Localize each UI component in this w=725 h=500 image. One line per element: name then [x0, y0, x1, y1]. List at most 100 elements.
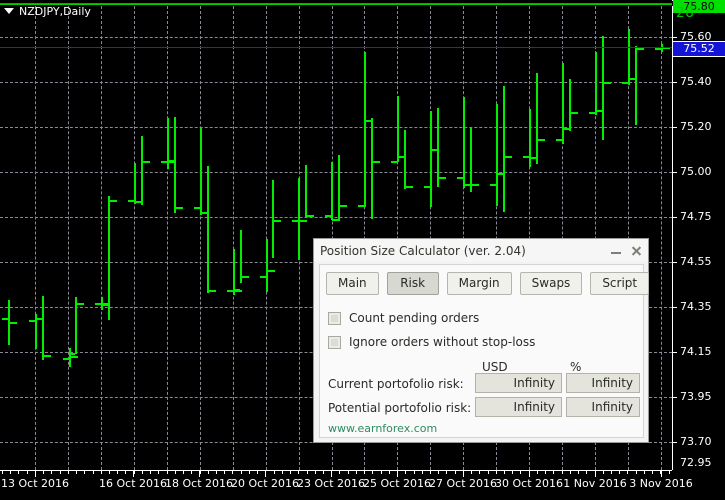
ohlc-open-tick — [201, 212, 207, 214]
ohlc-bar — [298, 178, 300, 260]
ohlc-open-tick — [497, 173, 503, 175]
time-minor-tick — [249, 471, 250, 474]
ohlc-open-tick — [168, 160, 174, 162]
time-minor-tick — [356, 471, 357, 474]
tab-swaps[interactable]: Swaps — [519, 272, 583, 295]
ohlc-close-tick — [143, 161, 150, 163]
ohlc-close-tick — [274, 220, 281, 222]
row-label: Potential portofolio risk: — [328, 401, 472, 415]
ohlc-open-tick — [36, 318, 42, 320]
dialog-title-bar[interactable]: Position Size Calculator (ver. 2.04) — [314, 239, 648, 262]
time-minor-tick — [183, 471, 184, 474]
time-minor-tick — [627, 471, 628, 474]
time-minor-tick — [241, 471, 242, 474]
time-minor-tick — [586, 471, 587, 474]
ohlc-close-tick — [110, 200, 117, 202]
ohlc-bar — [75, 297, 77, 354]
tab-script[interactable]: Script — [590, 272, 650, 295]
time-minor-tick — [603, 471, 604, 474]
gridline-vertical — [101, 6, 102, 470]
tab-margin[interactable]: Margin — [446, 272, 512, 295]
minimize-icon[interactable] — [611, 245, 622, 256]
ohlc-open-tick — [622, 82, 628, 84]
time-minor-tick — [175, 471, 176, 474]
price-tick-label: 74.55 — [680, 255, 712, 268]
ohlc-open-tick — [457, 177, 463, 179]
ohlc-close-tick — [307, 215, 314, 217]
time-tick-label: 27 Oct 2016 — [428, 477, 498, 490]
time-minor-tick — [93, 471, 94, 474]
row-current-portfolio-risk: Current portofolio risk: — [328, 377, 464, 391]
ohlc-bar — [338, 155, 340, 219]
ohlc-open-tick — [424, 186, 430, 188]
time-minor-tick — [51, 471, 52, 474]
ohlc-close-tick — [373, 161, 380, 163]
gridline-vertical — [35, 6, 36, 470]
time-axis[interactable]: 13 Oct 2016 16 Oct 2016 18 Oct 2016 20 Oct … — [0, 470, 693, 500]
symbol-label: NZDJPY,Daily — [19, 4, 91, 18]
ohlc-bar — [108, 196, 110, 320]
close-icon[interactable] — [630, 245, 642, 257]
ohlc-close-tick — [176, 207, 183, 209]
potential-portfolio-risk-usd-field[interactable]: Infinity — [475, 397, 562, 417]
price-axis[interactable]: 75.60 75.40 75.20 75.00 74.75 74.55 74.35 74.15… — [672, 0, 725, 500]
current-portfolio-risk-usd-field[interactable]: Infinity — [475, 373, 562, 393]
time-minor-tick — [520, 471, 521, 474]
price-tick-label: 74.75 — [680, 210, 712, 223]
time-minor-tick — [669, 471, 670, 474]
current-portfolio-risk-pct-field[interactable]: Infinity — [566, 373, 640, 393]
earnforex-link[interactable]: www.earnforex.com — [328, 423, 437, 435]
price-tick — [672, 172, 677, 173]
time-minor-tick — [512, 471, 513, 474]
time-tick-label: 30 Oct 2016 — [494, 477, 564, 490]
tab-main[interactable]: Main — [326, 272, 379, 295]
ohlc-bar — [364, 52, 366, 207]
ohlc-open-tick — [299, 220, 305, 222]
price-tick — [672, 397, 677, 398]
time-minor-tick — [446, 471, 447, 474]
time-minor-tick — [290, 471, 291, 474]
ohlc-bar — [200, 128, 202, 215]
ohlc-open-tick — [69, 353, 75, 355]
checkbox-count-pending-orders[interactable]: Count pending orders — [328, 311, 479, 325]
symbol-selector[interactable]: NZDJPY,Daily — [4, 4, 91, 18]
ohlc-bar — [562, 63, 564, 144]
chevron-down-icon[interactable] — [4, 8, 14, 14]
checkbox-icon[interactable] — [328, 311, 341, 325]
ohlc-open-tick — [365, 120, 371, 122]
position-size-calculator-dialog[interactable]: Position Size Calculator (ver. 2.04) Mai… — [313, 238, 650, 443]
ohlc-bar — [628, 29, 630, 85]
time-minor-tick — [142, 471, 143, 474]
time-minor-tick — [578, 471, 579, 474]
ohlc-close-tick — [77, 303, 84, 305]
time-minor-tick — [471, 471, 472, 474]
time-minor-tick — [348, 471, 349, 474]
time-tick-label: 1 Nov 2016 — [563, 477, 627, 490]
tab-risk[interactable]: Risk — [386, 272, 439, 295]
checkbox-ignore-orders-without-stop-loss[interactable]: Ignore orders without stop-loss — [328, 335, 535, 349]
bid-price-tag: 75.52 — [673, 41, 725, 57]
time-minor-tick — [232, 471, 233, 474]
potential-portfolio-risk-pct-field[interactable]: Infinity — [566, 397, 640, 417]
time-minor-tick — [200, 471, 201, 474]
gridline-vertical — [68, 6, 69, 470]
checkbox-icon[interactable] — [328, 335, 341, 349]
ohlc-open-tick — [325, 215, 331, 217]
ohlc-bar — [174, 117, 176, 213]
time-minor-tick — [611, 471, 612, 474]
ohlc-open-tick — [490, 184, 496, 186]
ohlc-close-tick — [637, 48, 644, 50]
ohlc-open-tick — [464, 184, 470, 186]
ohlc-close-tick — [71, 356, 78, 358]
time-minor-tick — [422, 471, 423, 474]
dialog-body: Main Risk Margin Swaps Script Count pending … — [319, 264, 650, 438]
ohlc-bar — [141, 136, 143, 205]
time-minor-tick — [68, 471, 69, 474]
time-tick-label: 16 Oct 2016 — [98, 477, 168, 490]
time-minor-tick — [438, 471, 439, 474]
time-minor-tick — [257, 471, 258, 474]
time-minor-tick — [545, 471, 546, 474]
time-tick-label: 20 Oct 2016 — [230, 477, 300, 490]
ohlc-open-tick — [95, 303, 101, 305]
time-minor-tick — [167, 471, 168, 474]
